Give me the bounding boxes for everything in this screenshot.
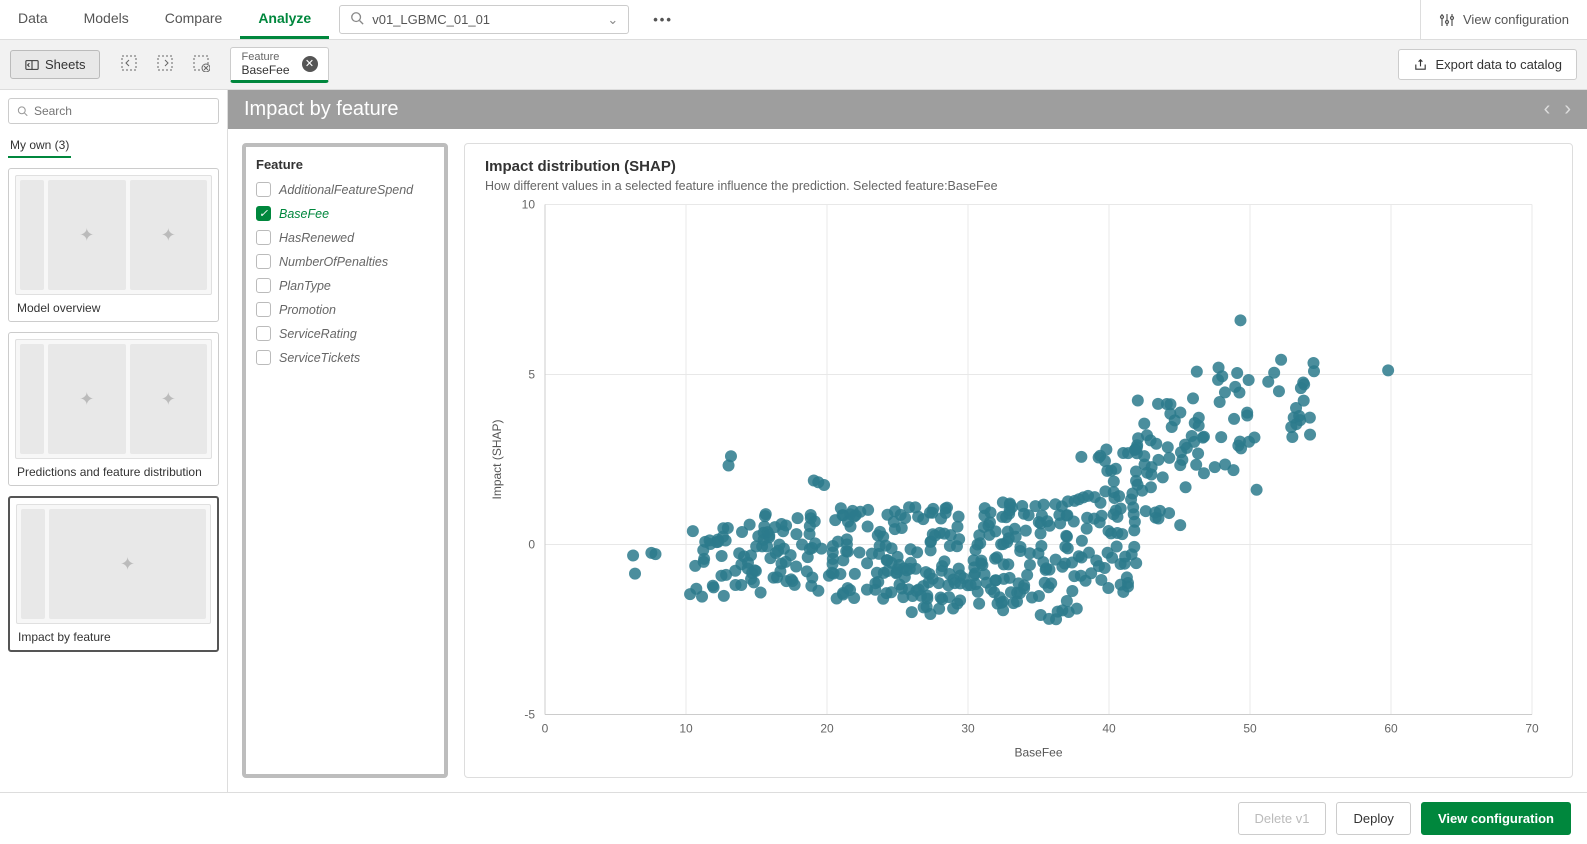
selection-tools bbox=[120, 54, 210, 75]
checkbox-icon bbox=[256, 254, 271, 269]
sheet-card-title: Model overview bbox=[15, 295, 212, 315]
sheet-search-input[interactable] bbox=[34, 104, 210, 118]
sheet-card[interactable]: ✦✦Model overview bbox=[8, 168, 219, 322]
view-configuration-button[interactable]: View configuration bbox=[1421, 802, 1571, 835]
svg-text:10: 10 bbox=[522, 198, 536, 212]
chip-value: BaseFee bbox=[241, 63, 289, 77]
search-icon bbox=[350, 11, 364, 28]
view-configuration-top-button[interactable]: View configuration bbox=[1420, 0, 1587, 39]
svg-text:50: 50 bbox=[1243, 722, 1257, 736]
feature-checkbox-servicerating[interactable]: ServiceRating bbox=[256, 326, 434, 341]
svg-text:30: 30 bbox=[961, 722, 975, 736]
feature-checkbox-numberofpenalties[interactable]: NumberOfPenalties bbox=[256, 254, 434, 269]
sheet-title: Impact by feature bbox=[244, 98, 399, 121]
sheets-label: Sheets bbox=[45, 57, 85, 72]
checkbox-icon: ✓ bbox=[256, 206, 271, 221]
sheets-icon bbox=[25, 58, 39, 72]
toolbar: Sheets Feature BaseFee ✕ Export data to … bbox=[0, 40, 1587, 90]
feature-panel-title: Feature bbox=[256, 157, 434, 172]
feature-label: PlanType bbox=[279, 279, 331, 293]
svg-text:-5: -5 bbox=[524, 708, 535, 722]
checkbox-icon bbox=[256, 350, 271, 365]
sheet-card[interactable]: ✦✦Predictions and feature distribution bbox=[8, 332, 219, 486]
svg-text:60: 60 bbox=[1384, 722, 1398, 736]
nav-tab-analyze[interactable]: Analyze bbox=[240, 0, 329, 39]
feature-checkbox-hasrenewed[interactable]: HasRenewed bbox=[256, 230, 434, 245]
feature-checkbox-promotion[interactable]: Promotion bbox=[256, 302, 434, 317]
shap-chart-panel: Impact distribution (SHAP) How different… bbox=[464, 143, 1573, 778]
nav-tab-data[interactable]: Data bbox=[0, 0, 66, 39]
feature-label: Promotion bbox=[279, 303, 336, 317]
feature-label: ServiceRating bbox=[279, 327, 357, 341]
export-icon bbox=[1413, 57, 1428, 72]
nav-tab-models[interactable]: Models bbox=[66, 0, 147, 39]
chart-subtitle: How different values in a selected featu… bbox=[485, 179, 1552, 193]
svg-text:40: 40 bbox=[1102, 722, 1116, 736]
search-icon bbox=[17, 105, 28, 117]
sheet-title-bar: Impact by feature ‹ › bbox=[228, 90, 1587, 129]
checkbox-icon bbox=[256, 302, 271, 317]
footer-actions: Delete v1 Deploy View configuration bbox=[0, 792, 1587, 844]
delete-version-button: Delete v1 bbox=[1238, 802, 1327, 835]
sheet-group-label: My own (3) bbox=[8, 134, 71, 158]
shap-scatter-plot[interactable]: 0 10 20 30 40 50 60 70 -5 0 5 10 BaseFee Impact (SHAP… bbox=[485, 193, 1552, 766]
feature-label: AdditionalFeatureSpend bbox=[279, 183, 413, 197]
svg-text:BaseFee: BaseFee bbox=[1014, 746, 1062, 760]
next-sheet-icon[interactable]: › bbox=[1564, 98, 1571, 121]
step-back-icon[interactable] bbox=[120, 54, 138, 75]
sheet-card[interactable]: ✦Impact by feature bbox=[8, 496, 219, 652]
sheet-search[interactable] bbox=[8, 98, 219, 124]
svg-text:10: 10 bbox=[679, 722, 693, 736]
feature-checkbox-basefee[interactable]: ✓ BaseFee bbox=[256, 206, 434, 221]
selection-chip-feature[interactable]: Feature BaseFee ✕ bbox=[230, 47, 328, 83]
nav-tab-compare[interactable]: Compare bbox=[147, 0, 241, 39]
checkbox-icon bbox=[256, 278, 271, 293]
chart-title: Impact distribution (SHAP) bbox=[485, 158, 1552, 175]
svg-text:20: 20 bbox=[820, 722, 834, 736]
sheets-sidebar: My own (3) ✦✦Model overview✦✦Predictions… bbox=[0, 90, 228, 792]
sheet-card-title: Predictions and feature distribution bbox=[15, 459, 212, 479]
sliders-icon bbox=[1439, 12, 1455, 28]
checkbox-icon bbox=[256, 230, 271, 245]
export-data-button[interactable]: Export data to catalog bbox=[1398, 49, 1577, 80]
sheet-card-title: Impact by feature bbox=[16, 624, 211, 644]
export-label: Export data to catalog bbox=[1436, 57, 1562, 72]
prev-sheet-icon[interactable]: ‹ bbox=[1544, 98, 1551, 121]
checkbox-icon bbox=[256, 182, 271, 197]
chevron-down-icon: ⌄ bbox=[607, 12, 618, 28]
top-nav: DataModelsCompareAnalyze v01_LGBMC_01_01… bbox=[0, 0, 1587, 40]
svg-text:5: 5 bbox=[528, 368, 535, 382]
feature-checkbox-plantype[interactable]: PlanType bbox=[256, 278, 434, 293]
svg-text:Impact (SHAP): Impact (SHAP) bbox=[490, 419, 504, 499]
checkbox-icon bbox=[256, 326, 271, 341]
feature-label: BaseFee bbox=[279, 207, 329, 221]
clear-selection-icon[interactable] bbox=[192, 54, 210, 75]
chip-label: Feature bbox=[241, 51, 289, 63]
svg-text:0: 0 bbox=[542, 722, 549, 736]
feature-label: NumberOfPenalties bbox=[279, 255, 388, 269]
feature-checkbox-servicetickets[interactable]: ServiceTickets bbox=[256, 350, 434, 365]
sheets-button[interactable]: Sheets bbox=[10, 50, 100, 79]
feature-label: ServiceTickets bbox=[279, 351, 360, 365]
feature-checkbox-additionalfeaturespend[interactable]: AdditionalFeatureSpend bbox=[256, 182, 434, 197]
model-selector[interactable]: v01_LGBMC_01_01 ⌄ bbox=[339, 5, 629, 34]
step-forward-icon[interactable] bbox=[156, 54, 174, 75]
view-config-label: View configuration bbox=[1463, 12, 1569, 27]
svg-text:70: 70 bbox=[1525, 722, 1539, 736]
feature-filter-panel: Feature AdditionalFeatureSpend ✓ BaseFee Ha… bbox=[242, 143, 448, 778]
svg-text:0: 0 bbox=[528, 538, 535, 552]
more-menu-button[interactable]: ••• bbox=[639, 0, 687, 39]
feature-label: HasRenewed bbox=[279, 231, 354, 245]
nav-tabs: DataModelsCompareAnalyze bbox=[0, 0, 329, 39]
chip-close-icon[interactable]: ✕ bbox=[302, 56, 318, 72]
model-name: v01_LGBMC_01_01 bbox=[372, 12, 490, 27]
deploy-button[interactable]: Deploy bbox=[1336, 802, 1410, 835]
